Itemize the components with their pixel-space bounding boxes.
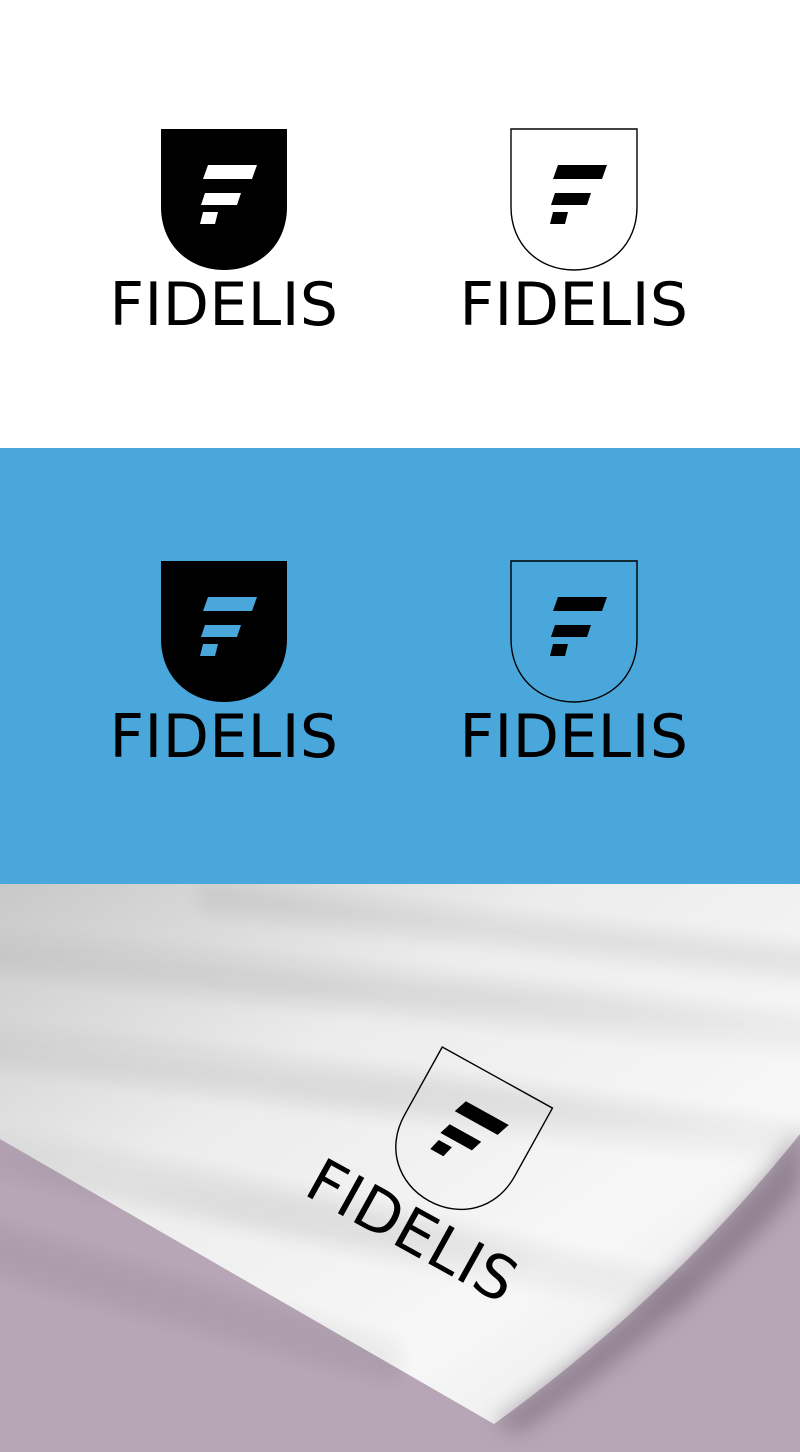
logo-outline: FIDELIS bbox=[424, 559, 724, 779]
logo-outline: FIDELIS bbox=[260, 1003, 629, 1341]
blue-panel: FIDELIS FIDELIS bbox=[0, 448, 800, 884]
shield-outline-icon bbox=[510, 128, 638, 271]
brand-name: FIDELIS bbox=[109, 702, 339, 772]
mockup-logo-layer: FIDELIS bbox=[0, 884, 800, 1452]
brand-name: FIDELIS bbox=[459, 702, 689, 772]
paper-mockup: FIDELIS bbox=[0, 884, 800, 1452]
logo-outline: FIDELIS bbox=[424, 127, 724, 347]
shield-outline-icon bbox=[510, 560, 638, 703]
shield-icon bbox=[161, 129, 287, 270]
shield-icon bbox=[161, 561, 287, 702]
white-panel: FIDELIS FIDELIS bbox=[0, 0, 800, 448]
brand-name: FIDELIS bbox=[459, 270, 689, 340]
logo-filled: FIDELIS bbox=[74, 127, 374, 347]
brand-name: FIDELIS bbox=[109, 270, 339, 340]
logo-filled: FIDELIS bbox=[74, 559, 374, 779]
